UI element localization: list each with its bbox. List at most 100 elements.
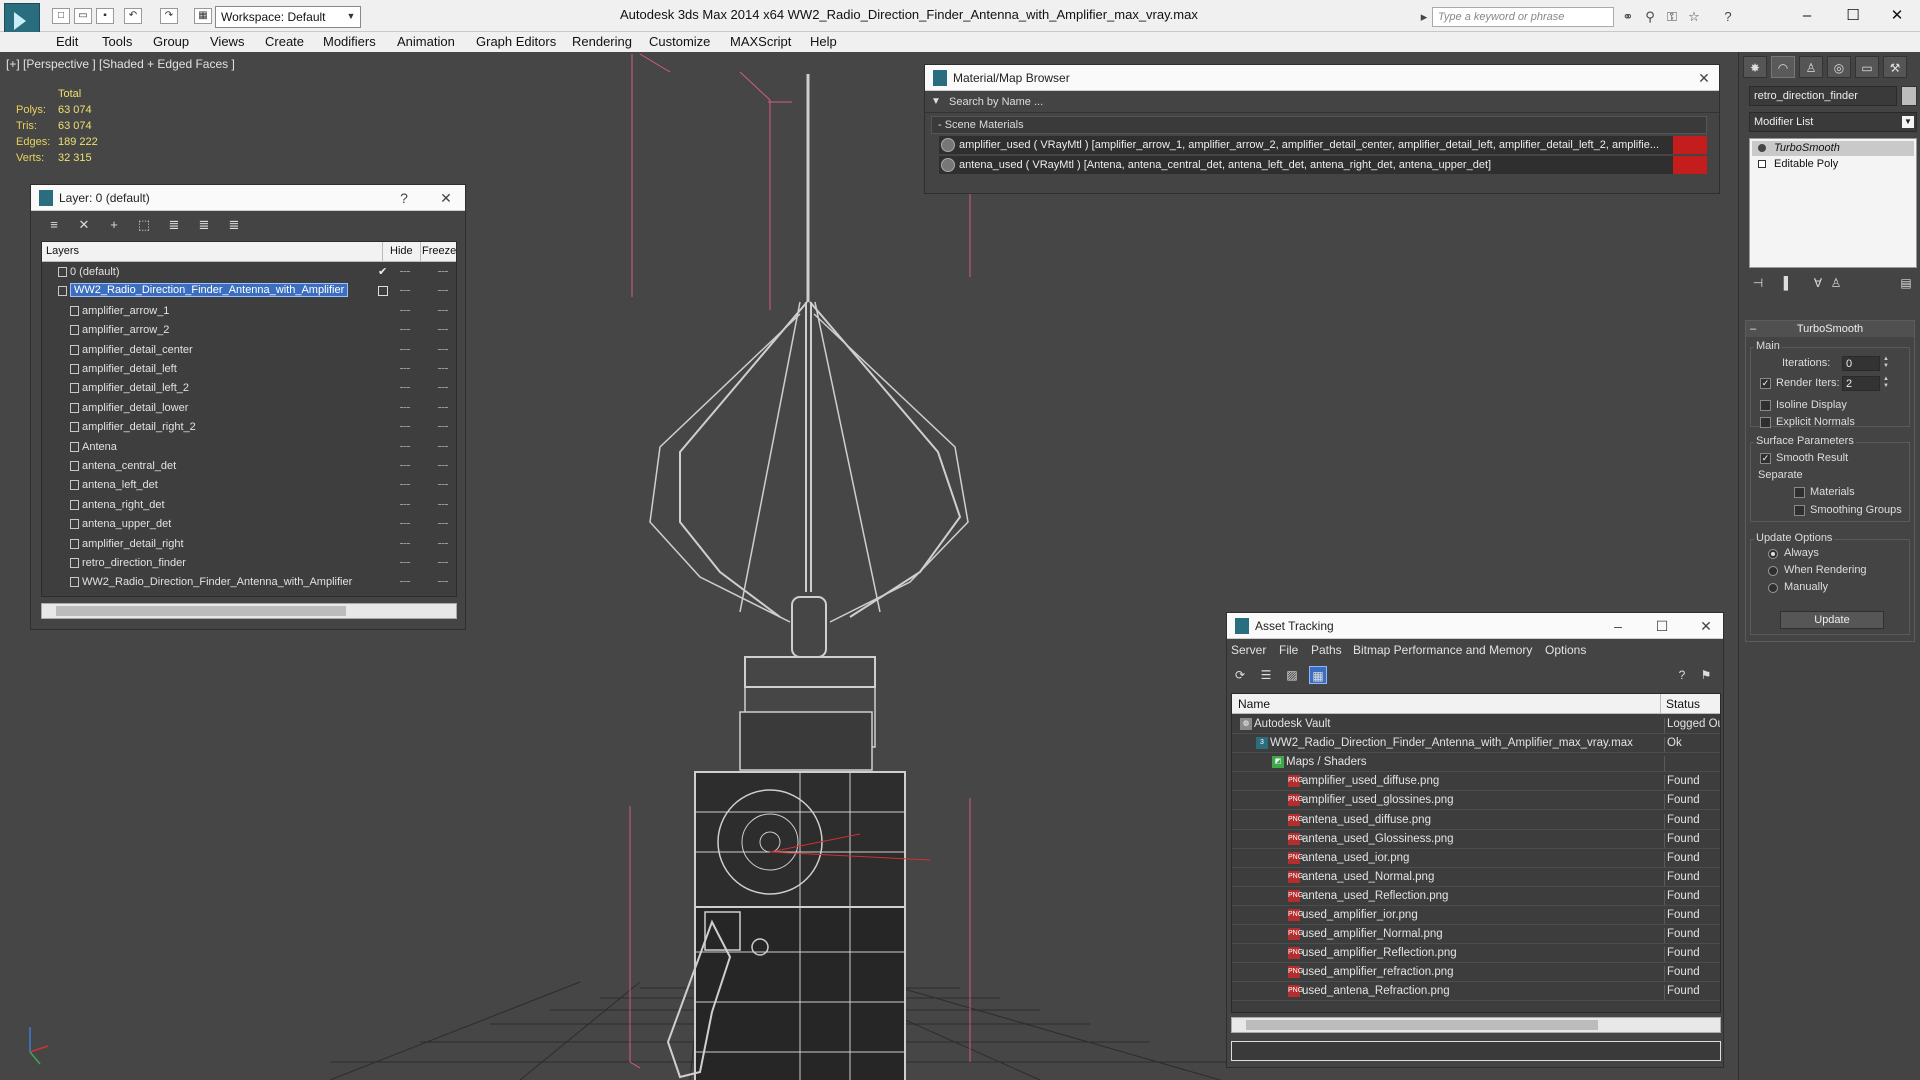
update-when-rendering-radio[interactable] <box>1768 566 1778 576</box>
menu-modifiers[interactable]: Modifiers <box>323 34 376 49</box>
hide-toggle[interactable] <box>400 387 410 389</box>
save-file-icon[interactable]: ▪ <box>96 8 114 24</box>
layer-row[interactable]: amplifier_detail_lower <box>42 399 456 418</box>
update-manually-radio[interactable] <box>1768 583 1778 593</box>
hide-toggle[interactable] <box>400 329 410 331</box>
spinner-arrows-icon[interactable]: ▲ ▼ <box>1882 356 1890 371</box>
freeze-toggle[interactable] <box>438 465 448 467</box>
layer-row[interactable]: amplifier_detail_right_2 <box>42 418 456 437</box>
menu-group[interactable]: Group <box>153 34 189 49</box>
freeze-toggle[interactable] <box>438 445 448 448</box>
asset-row[interactable]: PNG antena_used_Normal.png Found <box>1232 868 1720 887</box>
material-row[interactable]: antena_used ( VRayMtl ) [Antena, antena_… <box>939 156 1707 174</box>
freeze-toggle[interactable] <box>438 542 448 545</box>
layer-row[interactable]: amplifier_detail_right <box>42 535 456 554</box>
isoline-display-checkbox[interactable] <box>1760 400 1771 411</box>
hide-toggle[interactable] <box>400 445 410 448</box>
asset-row[interactable]: PNG used_amplifier_Reflection.png Found <box>1232 944 1720 964</box>
keyword-search-input[interactable]: Type a keyword or phrase <box>1432 7 1614 27</box>
project-folder-icon[interactable]: ▦ <box>194 8 212 24</box>
menu-server[interactable]: Server <box>1231 643 1266 657</box>
layer-row[interactable]: amplifier_detail_left_2 <box>42 379 456 398</box>
help-button[interactable]: ? <box>393 188 415 208</box>
layer-window-titlebar[interactable]: Layer: 0 (default) ? ✕ <box>31 185 465 211</box>
layer-row[interactable]: WW2_Radio_Direction_Finder_Antenna_with_… <box>42 573 456 592</box>
menu-options[interactable]: Options <box>1545 643 1586 657</box>
hide-toggle[interactable] <box>400 523 410 525</box>
make-unique-icon[interactable]: ∀ <box>1811 276 1825 290</box>
menu-rendering[interactable]: Rendering <box>572 34 632 49</box>
freeze-toggle[interactable] <box>438 503 448 506</box>
asset-tracking-titlebar[interactable]: Asset Tracking – ☐ ✕ <box>1227 613 1723 639</box>
rollout-title[interactable]: – TurboSmooth <box>1746 321 1914 337</box>
layer-row[interactable]: amplifier_arrow_2 <box>42 321 456 340</box>
hide-toggle[interactable] <box>400 368 410 370</box>
create-layer-icon[interactable]: ≡ <box>45 217 63 233</box>
column-status[interactable]: Status <box>1666 697 1700 711</box>
table-view-icon[interactable]: ▦ <box>1309 666 1327 684</box>
layer-row[interactable]: Antena <box>42 438 456 457</box>
close-icon[interactable]: ✕ <box>1695 616 1717 636</box>
expand-arrow-icon[interactable]: ▸ <box>1416 9 1432 25</box>
hide-toggle[interactable] <box>400 484 410 486</box>
material-search-input[interactable]: ▼ Search by Name ... <box>925 93 1719 113</box>
add-to-layer-icon[interactable]: + <box>105 217 123 233</box>
freeze-toggle[interactable] <box>438 562 448 564</box>
menu-file[interactable]: File <box>1279 643 1298 657</box>
freeze-toggle[interactable] <box>438 523 448 525</box>
new-file-icon[interactable]: □ <box>52 8 70 24</box>
render-iters-spinner[interactable]: 2 <box>1842 376 1880 391</box>
hide-toggle[interactable] <box>400 406 410 409</box>
asset-row[interactable]: PNG used_antena_Refraction.png Found <box>1232 982 1720 1002</box>
hide-toggle[interactable] <box>400 542 410 545</box>
hide-toggle[interactable] <box>400 465 410 467</box>
subscription-icon[interactable]: ⚲ <box>1642 9 1658 25</box>
update-button[interactable]: Update <box>1780 611 1884 629</box>
close-icon[interactable]: ✕ <box>1882 5 1912 27</box>
create-tab-icon[interactable]: ✸ <box>1743 56 1767 78</box>
hide-toggle[interactable] <box>400 426 410 428</box>
hide-toggle[interactable] <box>400 581 410 583</box>
layer-row[interactable]: amplifier_detail_center <box>42 341 456 360</box>
column-freeze[interactable]: Freeze <box>422 245 456 257</box>
configure-sets-icon[interactable]: ▤ <box>1899 276 1913 290</box>
menu-views[interactable]: Views <box>210 34 244 49</box>
layer-row[interactable]: antena_left_det <box>42 476 456 495</box>
workspace-dropdown[interactable]: Workspace: Default <box>215 6 361 28</box>
menu-tools[interactable]: Tools <box>102 34 132 49</box>
stack-item-editable-poly[interactable]: Editable Poly <box>1752 157 1914 172</box>
layer-row[interactable]: retro_direction_finder <box>42 554 456 573</box>
viewport-label[interactable]: [+] [Perspective ] [Shaded + Edged Faces… <box>6 57 235 71</box>
motion-tab-icon[interactable]: ◎ <box>1827 56 1851 78</box>
smooth-result-checkbox[interactable]: ✓ <box>1760 453 1771 464</box>
asset-row[interactable]: PNG antena_used_diffuse.png Found <box>1232 811 1720 830</box>
stack-item-turbosmooth[interactable]: TurboSmooth <box>1752 141 1914 156</box>
layer-row[interactable]: antena_upper_det <box>42 515 456 534</box>
help-icon[interactable]: ? <box>1720 9 1736 25</box>
maximize-icon[interactable]: ☐ <box>1838 5 1868 27</box>
asset-row[interactable]: PNG antena_used_ior.png Found <box>1232 849 1720 868</box>
hierarchy-tab-icon[interactable]: ♙ <box>1799 56 1823 78</box>
separate-materials-checkbox[interactable] <box>1794 487 1805 498</box>
expand-box-icon[interactable] <box>1758 160 1766 168</box>
menu-create[interactable]: Create <box>265 34 304 49</box>
layer-row[interactable]: 0 (default) ✔ <box>42 263 456 282</box>
menu-help[interactable]: Help <box>810 34 837 49</box>
remove-modifier-icon[interactable]: ♙ <box>1829 276 1843 290</box>
layer-row[interactable]: antena_central_det <box>42 457 456 476</box>
asset-row[interactable]: PNG used_amplifier_Normal.png Found <box>1232 925 1720 945</box>
layer-row[interactable]: WW2_Radio_Direction_Finder_Antenna_with_… <box>42 282 456 301</box>
asset-row[interactable]: PNG used_amplifier_ior.png Found <box>1232 906 1720 925</box>
object-name-field[interactable]: retro_direction_finder <box>1749 86 1897 106</box>
asset-row[interactable]: PNG amplifier_used_diffuse.png Found <box>1232 772 1720 792</box>
set-current-layer-box-icon[interactable] <box>378 286 388 297</box>
help-hint-icon[interactable]: ⚑ <box>1697 666 1715 684</box>
highlight-selected-icon[interactable]: ≣ <box>165 217 183 233</box>
dropdown-arrow-icon[interactable]: ▼ <box>931 96 941 107</box>
asset-row[interactable]: PNG antena_used_Reflection.png Found <box>1232 887 1720 906</box>
object-color-swatch[interactable] <box>1901 86 1917 106</box>
hide-toggle[interactable] <box>400 290 410 292</box>
collapse-icon[interactable]: – <box>1750 321 1756 337</box>
freeze-toggle[interactable] <box>438 426 448 428</box>
freeze-toggle[interactable] <box>438 290 448 292</box>
